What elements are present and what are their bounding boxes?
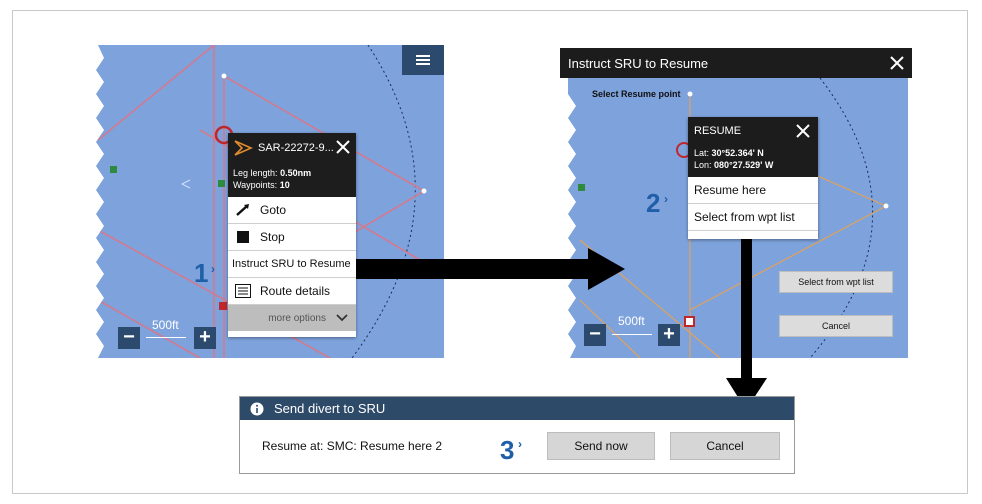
resume-here-item[interactable]: Resume here — [688, 177, 818, 204]
zoom-in-button[interactable]: + — [194, 327, 216, 349]
menu-item-label: Goto — [260, 203, 287, 217]
dialog-title: Send divert to SRU — [274, 401, 386, 416]
scale-label: 500ft — [152, 318, 179, 332]
lat-label: Lat: — [694, 148, 710, 158]
scale-bar — [146, 337, 186, 338]
dialog-message: Resume at: SMC: Resume here 2 — [262, 439, 443, 453]
lon-value: 080°27.529' W — [714, 160, 774, 170]
select-resume-point-label: Select Resume point — [592, 89, 681, 99]
menu-button[interactable] — [402, 45, 444, 75]
close-icon[interactable] — [888, 54, 906, 72]
chevron-down-icon — [336, 314, 348, 322]
menu-item-instruct-sru[interactable]: Instruct SRU to Resume — [228, 251, 356, 278]
zoom-in-button[interactable]: + — [658, 324, 680, 346]
cancel-button[interactable]: Cancel — [670, 432, 780, 460]
leg-length-label: Leg length: — [233, 168, 278, 178]
list-icon — [234, 283, 252, 299]
lat-value: 30°52.364' N — [711, 148, 764, 158]
send-now-button[interactable]: Send now — [547, 432, 655, 460]
step-chevron-icon: › — [518, 437, 522, 451]
scale-label: 500ft — [618, 314, 645, 328]
more-options-button[interactable]: more options — [228, 305, 356, 331]
step-number: 3 — [500, 435, 515, 465]
close-icon[interactable] — [334, 138, 352, 156]
hamburger-icon — [416, 59, 430, 61]
scale-bar — [612, 334, 652, 335]
resume-popup-title: RESUME — [694, 125, 742, 137]
menu-item-label: Resume here — [694, 183, 767, 197]
resume-popup-header: RESUME — [688, 117, 818, 145]
resume-popup: RESUME Lat: 30°52.364' N Lon: 080°27.529… — [688, 117, 818, 239]
zoom-out-button[interactable]: − — [584, 324, 606, 346]
select-from-wpt-list-button[interactable]: Select from wpt list — [779, 271, 893, 293]
menu-item-label: Route details — [260, 284, 331, 298]
more-options-label: more options — [268, 312, 326, 324]
menu-item-label: Stop — [260, 230, 285, 244]
menu-item-stop[interactable]: Stop — [228, 224, 356, 251]
window-title: Instruct SRU to Resume — [568, 55, 709, 71]
stop-icon — [234, 229, 252, 245]
instruct-sru-header: Instruct SRU to Resume — [560, 48, 912, 78]
menu-item-goto[interactable]: Goto — [228, 197, 356, 224]
menu-item-route-details[interactable]: Route details — [228, 278, 356, 305]
route-context-header: SAR-22272-9... — [228, 133, 356, 163]
goto-icon — [234, 202, 252, 218]
resume-coordinates: Lat: 30°52.364' N Lon: 080°27.529' W — [688, 145, 818, 177]
lon-label: Lon: — [694, 160, 712, 170]
cancel-button[interactable]: Cancel — [779, 315, 893, 337]
step-chevron-icon: › — [211, 262, 215, 276]
menu-item-label: Select from wpt list — [694, 210, 795, 224]
menu-item-label: Instruct SRU to Resume — [232, 258, 351, 270]
route-context-menu: SAR-22272-9... Leg length: 0.50nm Waypoi… — [228, 133, 356, 337]
step-number: 1 — [194, 258, 209, 288]
dialog-header: Send divert to SRU — [240, 397, 794, 420]
waypoints-label: Waypoints: — [233, 180, 278, 190]
send-divert-dialog: Send divert to SRU Resume at: SMC: Resum… — [239, 396, 795, 474]
step-number: 2 — [646, 188, 661, 218]
route-info: Leg length: 0.50nm Waypoints: 10 — [228, 163, 356, 197]
waypoints-value: 10 — [279, 180, 290, 190]
zoom-out-button[interactable]: − — [118, 327, 140, 349]
route-icon — [234, 140, 253, 156]
leg-length-value: 0.50nm — [280, 168, 312, 178]
info-icon — [250, 402, 264, 415]
route-name: SAR-22272-9... — [258, 142, 334, 154]
step-chevron-icon: › — [664, 192, 668, 206]
select-from-wpt-list-item[interactable]: Select from wpt list — [688, 204, 818, 231]
close-icon[interactable] — [794, 122, 812, 140]
